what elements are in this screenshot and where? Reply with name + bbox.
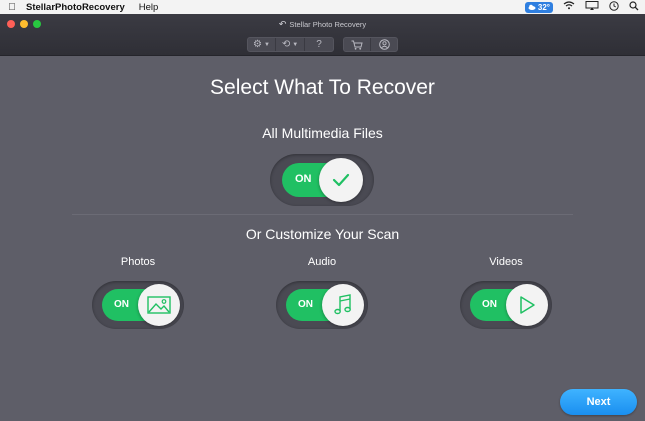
next-button[interactable]: Next — [560, 389, 637, 415]
menu-help[interactable]: Help — [139, 2, 159, 13]
image-icon — [147, 296, 171, 314]
user-icon — [378, 39, 390, 50]
photos-label: Photos — [120, 256, 156, 268]
clock-icon[interactable] — [609, 0, 619, 14]
toggle-on-text: ON — [295, 173, 312, 185]
toggle-on-text: ON — [482, 299, 497, 310]
account-button[interactable] — [371, 38, 397, 51]
toggle-knob[interactable] — [319, 158, 363, 202]
weather-value: 32° — [537, 2, 550, 12]
history-icon: ⟲ — [281, 39, 291, 50]
all-multimedia-toggle[interactable]: ON — [270, 154, 374, 206]
screen-mirroring-icon[interactable] — [585, 1, 599, 13]
checkmark-icon — [332, 173, 350, 187]
photos-toggle[interactable]: ON — [92, 281, 184, 329]
toggle-knob[interactable] — [506, 284, 548, 326]
customize-heading: Or Customize Your Scan — [245, 226, 400, 242]
play-icon — [520, 296, 535, 314]
history-button[interactable]: ⟲ ▼ — [276, 38, 305, 51]
toolbar-group-account — [343, 37, 398, 52]
menu-app-name[interactable]: StellarPhotoRecovery — [26, 2, 125, 13]
menu-bar:  StellarPhotoRecovery Help 32° — [0, 0, 645, 14]
toggle-on-text: ON — [114, 299, 129, 310]
weather-badge[interactable]: 32° — [524, 1, 553, 13]
section-divider — [72, 214, 573, 215]
chevron-down-icon: ▼ — [264, 41, 270, 48]
main-panel: Select What To Recover All Multimedia Fi… — [0, 57, 645, 421]
help-icon: ? — [316, 39, 322, 50]
page-title: Select What To Recover — [210, 76, 435, 99]
settings-button[interactable]: ⚙ ▼ — [248, 38, 276, 51]
status-tray: 32° — [524, 0, 639, 14]
search-icon[interactable] — [629, 0, 639, 14]
gear-icon: ⚙ — [253, 39, 262, 50]
apple-menu-icon[interactable]:  — [2, 2, 22, 13]
cart-icon — [351, 40, 363, 50]
music-note-icon — [334, 294, 351, 315]
videos-label: Videos — [489, 256, 523, 268]
cloud-icon — [528, 4, 536, 10]
audio-label: Audio — [307, 256, 337, 268]
chevron-down-icon: ▼ — [292, 41, 299, 48]
audio-toggle[interactable]: ON — [276, 281, 368, 329]
toggle-knob[interactable] — [138, 284, 180, 326]
all-multimedia-label: All Multimedia Files — [262, 125, 383, 141]
wifi-icon[interactable] — [563, 1, 575, 13]
toggle-knob[interactable] — [322, 284, 364, 326]
toolbar-group-main: ⚙ ▼ ⟲ ▼ ? — [247, 37, 334, 52]
back-arrow-icon: ↶ — [278, 19, 287, 29]
window-title-text: Stellar Photo Recovery — [289, 20, 367, 29]
toggle-on-text: ON — [298, 299, 313, 310]
window-titlebar: ↶ Stellar Photo Recovery ⚙ ▼ ⟲ ▼ ? — [0, 14, 645, 56]
videos-toggle[interactable]: ON — [460, 281, 552, 329]
buy-button[interactable] — [344, 38, 371, 51]
help-button[interactable]: ? — [305, 38, 333, 51]
window-title: ↶ Stellar Photo Recovery — [0, 19, 645, 30]
